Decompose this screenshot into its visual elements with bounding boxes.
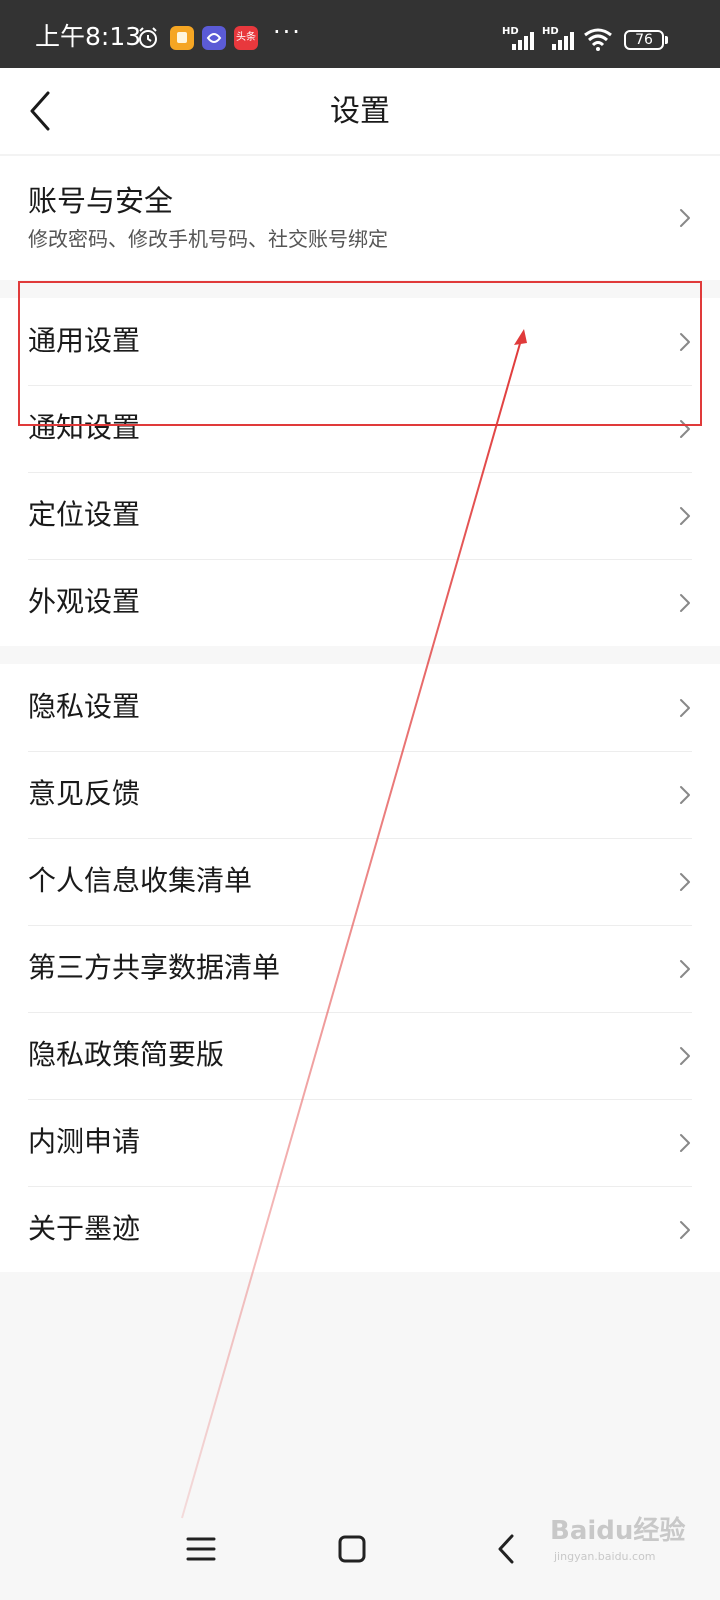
toutiao-app-icon: 头条 <box>234 26 258 50</box>
back-icon[interactable] <box>478 1520 538 1580</box>
settings-item-appearance[interactable]: 外观设置 <box>0 559 720 647</box>
chevron-right-icon <box>680 960 690 978</box>
settings-item-beta[interactable]: 内测申请 <box>0 1099 720 1187</box>
chevron-right-icon <box>680 786 690 804</box>
settings-item-notifications[interactable]: 通知设置 <box>0 385 720 473</box>
status-time: 上午8:13 <box>35 22 142 51</box>
status-bar: 上午8:13 头条 ··· HD HD 76 <box>0 0 720 68</box>
settings-item-account-security[interactable]: 账号与安全 修改密码、修改手机号码、社交账号绑定 <box>0 156 720 280</box>
watermark-url: jingyan.baidu.com <box>554 1550 656 1563</box>
alarm-icon <box>139 27 157 48</box>
settings-item-label: 意见反馈 <box>28 777 141 810</box>
browser-app-icon <box>202 26 226 50</box>
battery-level: 76 <box>635 32 653 48</box>
settings-item-privacy-policy[interactable]: 隐私政策简要版 <box>0 1012 720 1100</box>
more-notifications-indicator: ··· <box>273 18 302 46</box>
settings-item-label: 定位设置 <box>28 498 141 531</box>
chevron-right-icon <box>680 507 690 525</box>
settings-item-third-party-data[interactable]: 第三方共享数据清单 <box>0 925 720 1013</box>
notes-app-icon <box>170 26 194 50</box>
settings-item-label: 通用设置 <box>28 324 141 357</box>
settings-item-sublabel: 修改密码、修改手机号码、社交账号绑定 <box>28 227 388 251</box>
settings-item-label: 隐私设置 <box>28 690 141 723</box>
battery-icon: 76 <box>624 30 664 50</box>
app-header: 设置 <box>0 68 720 154</box>
battery-tip <box>665 36 668 44</box>
settings-item-location[interactable]: 定位设置 <box>0 472 720 560</box>
settings-item-label: 账号与安全 <box>28 184 174 218</box>
watermark-brand: Baidu经验 <box>550 1516 686 1546</box>
settings-item-label: 关于墨迹 <box>28 1212 141 1245</box>
settings-item-label: 个人信息收集清单 <box>28 864 253 897</box>
settings-item-label: 通知设置 <box>28 411 141 444</box>
chevron-right-icon <box>680 1221 690 1239</box>
signal-icon: HD <box>542 26 582 52</box>
chevron-right-icon <box>680 420 690 438</box>
toutiao-app-label: 头条 <box>236 32 256 43</box>
page-title: 设置 <box>330 94 390 129</box>
settings-item-label: 第三方共享数据清单 <box>28 951 281 984</box>
signal-icon: HD <box>502 26 542 52</box>
chevron-right-icon <box>680 594 690 612</box>
settings-item-label: 隐私政策简要版 <box>28 1038 225 1071</box>
chevron-right-icon <box>680 1134 690 1152</box>
chevron-right-icon <box>680 1047 690 1065</box>
chevron-right-icon <box>680 873 690 891</box>
settings-item-label: 内测申请 <box>28 1125 141 1158</box>
menu-icon[interactable] <box>172 1520 232 1580</box>
wifi-icon <box>584 28 612 51</box>
settings-item-privacy[interactable]: 隐私设置 <box>0 664 720 752</box>
chevron-right-icon <box>680 699 690 717</box>
settings-item-label: 外观设置 <box>28 585 141 618</box>
account-section: 账号与安全 修改密码、修改手机号码、社交账号绑定 <box>0 156 720 280</box>
settings-item-feedback[interactable]: 意见反馈 <box>0 751 720 839</box>
settings-item-about[interactable]: 关于墨迹 <box>0 1186 720 1274</box>
settings-item-personal-info-list[interactable]: 个人信息收集清单 <box>0 838 720 926</box>
privacy-section: 隐私设置 意见反馈 个人信息收集清单 第三方共享数据清单 隐私政策简要版 内测申… <box>0 664 720 1272</box>
chevron-right-icon <box>680 333 690 351</box>
chevron-right-icon <box>680 209 690 227</box>
baidu-watermark: Baidu经验 jingyan.baidu.com <box>550 1510 700 1590</box>
settings-item-general[interactable]: 通用设置 <box>0 298 720 386</box>
general-section: 通用设置 通知设置 定位设置 外观设置 <box>0 298 720 646</box>
home-icon[interactable] <box>322 1520 382 1580</box>
